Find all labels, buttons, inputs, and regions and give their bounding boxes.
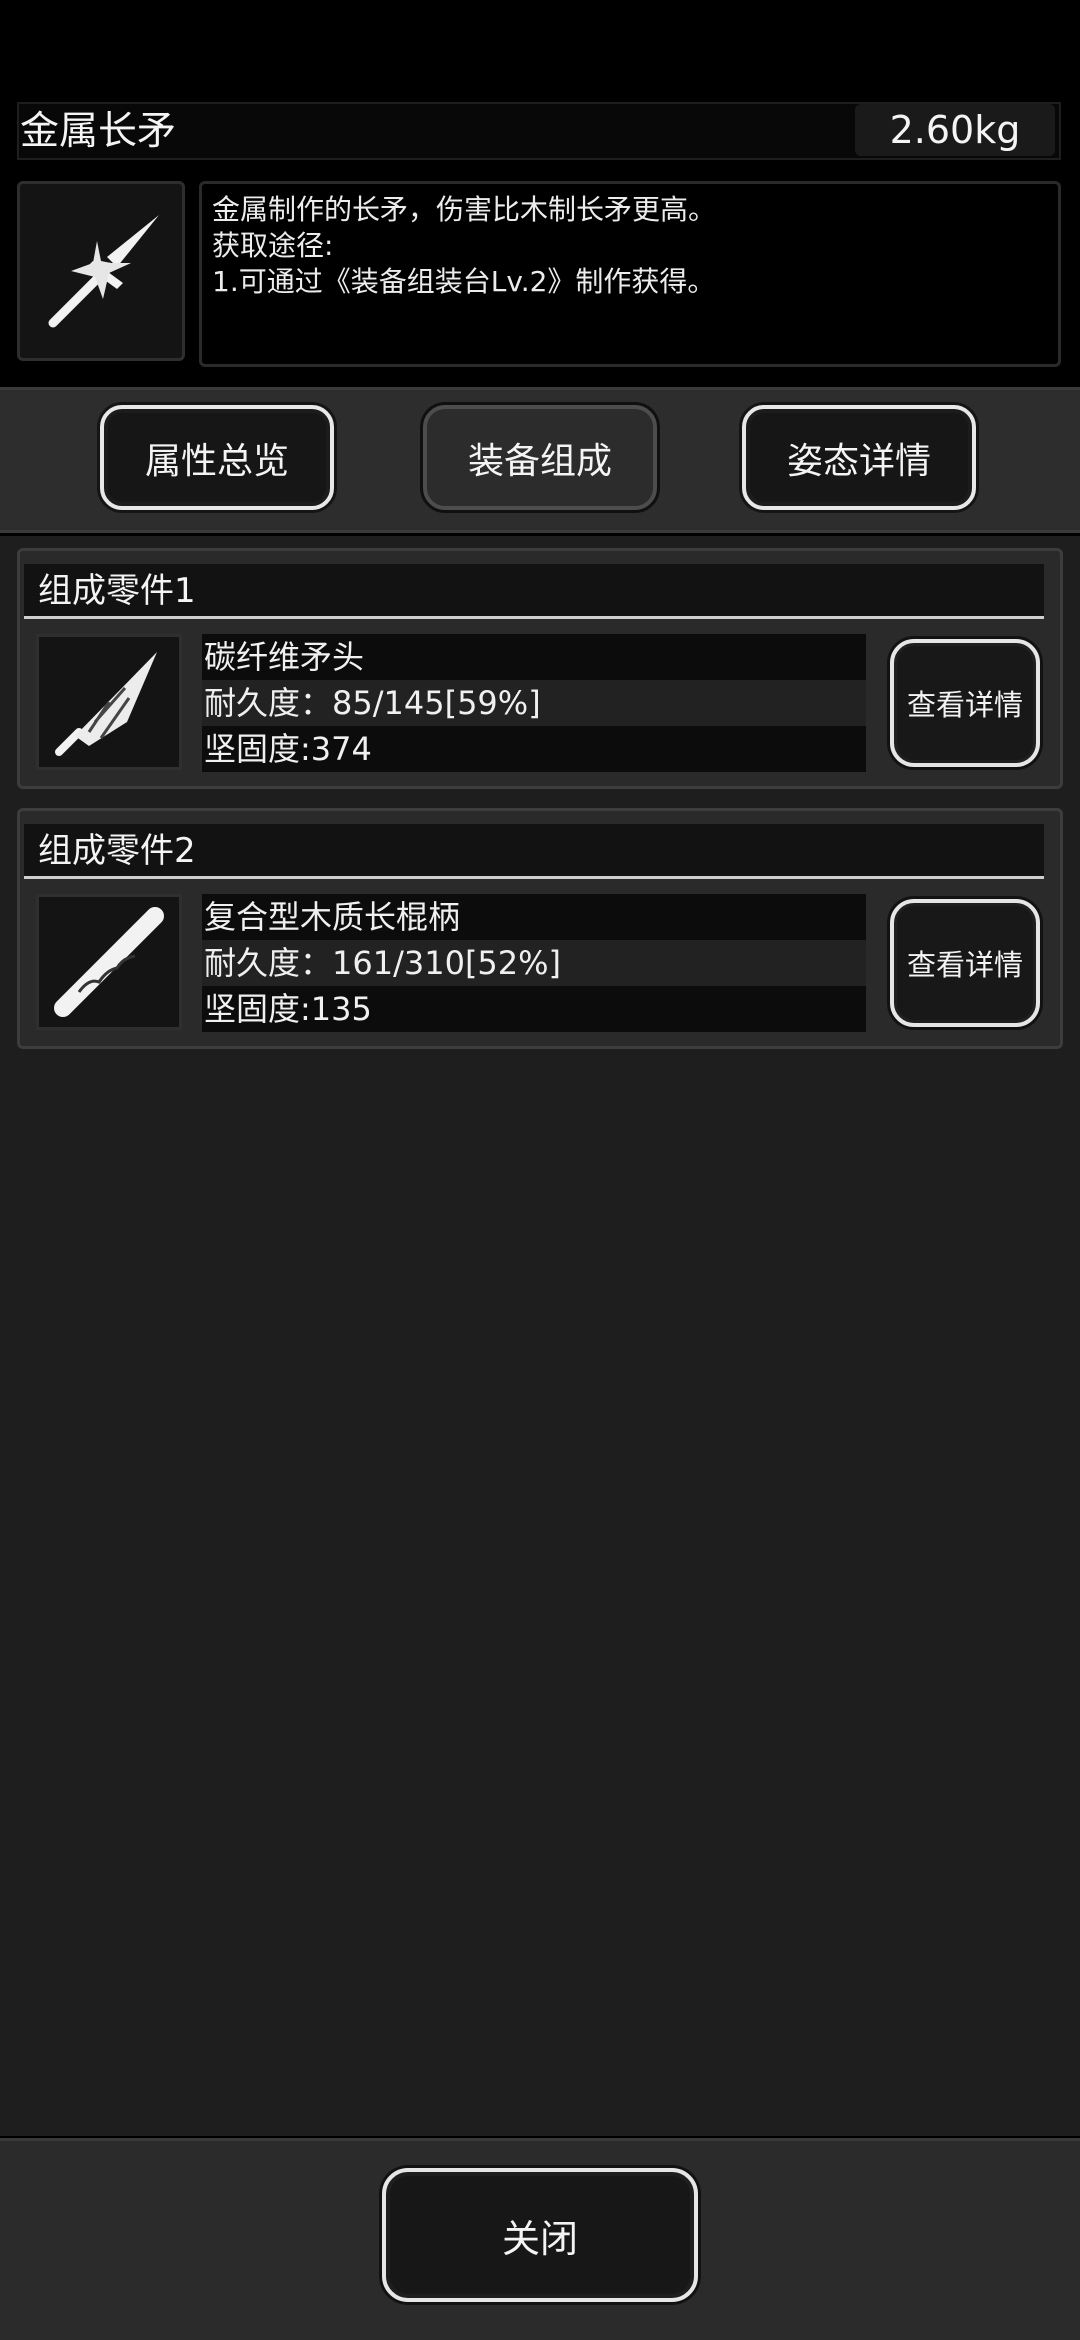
item-description: 金属制作的长矛，伤害比木制长矛更高。 获取途径: 1.可通过《装备组装台Lv.2…: [199, 181, 1061, 367]
part-firmness: 坚固度:135: [202, 986, 866, 1032]
description-line: 获取途径:: [212, 229, 334, 262]
part-name: 碳纤维矛头: [202, 634, 866, 680]
part-icon-frame: [36, 634, 182, 770]
part-firmness: 坚固度:374: [202, 726, 866, 772]
spearhead-icon: [55, 652, 157, 756]
item-weight: 2.60kg: [855, 104, 1055, 156]
description-line: 金属制作的长矛，伤害比木制长矛更高。: [212, 193, 717, 226]
part-name: 复合型木质长棍柄: [202, 894, 866, 940]
part-durability: 耐久度：85/145[59%]: [202, 680, 866, 726]
close-button[interactable]: 关闭: [382, 2168, 698, 2302]
part-header: 组成零件1: [24, 564, 1044, 619]
part-icon-frame: [36, 894, 182, 1030]
view-details-button[interactable]: 查看详情: [890, 639, 1040, 767]
item-icon-frame: [17, 181, 185, 361]
spear-icon: [48, 215, 159, 328]
description-line: 1.可通过《装备组装台Lv.2》制作获得。: [212, 265, 716, 298]
item-name: 金属长矛: [20, 109, 177, 154]
staff-handle-icon: [54, 907, 164, 1017]
part-durability: 耐久度：161/310[52%]: [202, 940, 866, 986]
tab-stance-details[interactable]: 姿态详情: [742, 405, 976, 510]
tab-equipment-composition[interactable]: 装备组成: [423, 405, 657, 510]
tab-attribute-overview[interactable]: 属性总览: [100, 405, 334, 510]
part-header: 组成零件2: [24, 824, 1044, 879]
view-details-button[interactable]: 查看详情: [890, 899, 1040, 1027]
